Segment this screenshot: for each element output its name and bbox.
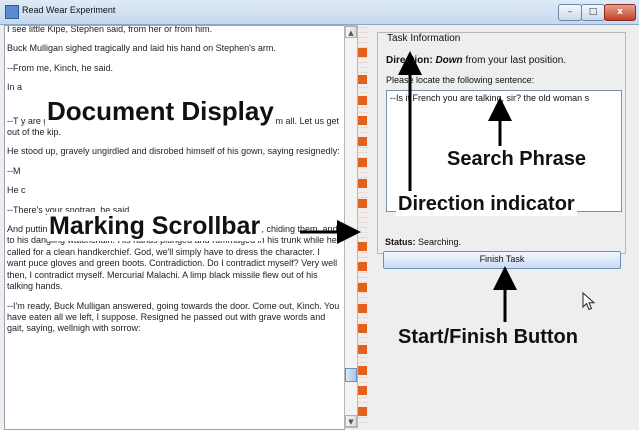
scroll-mark[interactable] [358,137,367,146]
scroll-mark[interactable] [358,75,367,84]
title-bar[interactable]: Read Wear Experiment – □ x [0,0,639,25]
doc-paragraph: In a [7,82,23,93]
scroll-mark[interactable] [358,386,367,395]
status-label: Status: [385,237,416,247]
scroll-mark[interactable] [358,345,367,354]
doc-paragraph: I see little Kipe, Stephen said, from he… [7,25,213,34]
search-phrase-text: --Is it French you are talking, sir? the… [390,93,590,103]
maximize-button[interactable]: □ [581,4,605,21]
locate-prompt: Please locate the following sentence: [386,75,535,85]
task-information-legend: Task Information [384,33,464,44]
annotation-document-display: Document Display [45,96,276,127]
annotation-marking-scrollbar: Marking Scrollbar [47,212,263,241]
scroll-mark[interactable] [358,242,367,251]
document-text: I see little Kipe, Stephen said, from he… [7,25,341,343]
scroll-mark[interactable] [358,304,367,313]
task-information-group: Task Information Direction: Down from yo… [377,32,626,254]
close-button[interactable]: x [604,4,636,21]
direction-label: Direction: [386,55,433,66]
scroll-mark[interactable] [358,366,367,375]
mouse-cursor-icon [582,292,596,311]
direction-value: Down [435,55,463,66]
scroll-mark[interactable] [358,179,367,188]
window-title: Read Wear Experiment [22,5,116,15]
minimize-button[interactable]: – [558,4,582,21]
doc-paragraph: He c [7,185,26,196]
scroll-mark[interactable] [358,116,367,125]
direction-suffix: from your last position. [465,55,567,66]
document-scrollbar[interactable]: ▲ ▼ [344,25,358,428]
doc-paragraph: Buck Mulligan sighed tragically and laid… [7,43,276,54]
scroll-mark[interactable] [358,96,367,105]
annotation-direction-indicator: Direction indicator [396,193,577,216]
scroll-mark[interactable] [358,199,367,208]
scroll-mark[interactable] [358,283,367,292]
doc-paragraph: He stood up, gravely ungirdled and disro… [7,146,340,157]
scroll-mark[interactable] [358,48,367,57]
direction-indicator: Direction: Down from your last position. [386,55,566,66]
task-panel: Task Information Direction: Down from yo… [377,25,626,428]
doc-paragraph: --From me, Kinch, he said. [7,62,114,73]
status-value: Searching. [418,237,462,247]
app-window: Read Wear Experiment – □ x I see little … [0,0,639,430]
scroll-down-button[interactable]: ▼ [345,415,357,427]
doc-paragraph: --M [7,165,21,176]
app-icon [5,5,19,19]
scroll-thumb[interactable] [345,368,357,382]
scroll-mark[interactable] [358,324,367,333]
doc-paragraph: --I'm ready, Buck Mulligan answered, goi… [7,300,340,334]
scroll-mark[interactable] [358,158,367,167]
scroll-mark[interactable] [358,262,367,271]
scroll-mark[interactable] [358,407,367,416]
annotation-search-phrase: Search Phrase [445,148,588,171]
annotation-start-finish-button: Start/Finish Button [398,326,578,348]
status-line: Status: Searching. [385,237,461,247]
scroll-up-button[interactable]: ▲ [345,26,357,38]
finish-task-button[interactable]: Finish Task [383,251,621,269]
